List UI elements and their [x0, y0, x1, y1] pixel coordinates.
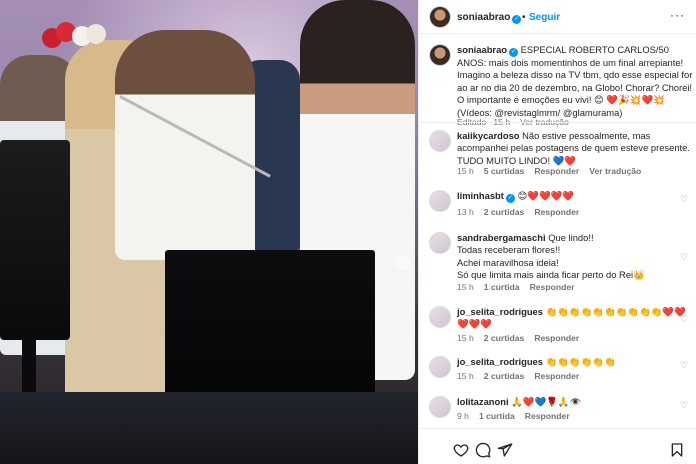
- comments-scroll[interactable]: soniaabrao ✓ ESPECIAL ROBERTO CARLOS/50 A…: [419, 34, 696, 428]
- comment-body: 👏👏👏👏👏👏: [545, 356, 616, 367]
- comment-text: sandrabergamaschi Que lindo!! Todas rece…: [457, 232, 693, 282]
- avatar[interactable]: [429, 190, 451, 212]
- comment-line: Só que limita mais ainda ficar perto do …: [457, 269, 645, 281]
- comment-line: Que lindo!!: [548, 232, 594, 243]
- comment-text: jo_selita_rodrigues 👏👏👏👏👏👏: [457, 356, 693, 368]
- comment-username[interactable]: lolitazanoni: [457, 396, 509, 407]
- heart-icon[interactable]: [453, 442, 469, 458]
- more-options-icon[interactable]: ···: [670, 8, 685, 22]
- comment-line: Achei maravilhosa ideia!: [457, 256, 559, 268]
- likes-count[interactable]: 2 curtidas: [484, 207, 525, 217]
- verified-icon: ✓: [505, 194, 515, 203]
- likes-count[interactable]: 1 curtida: [479, 411, 515, 421]
- see-translation-link[interactable]: Ver tradução: [589, 166, 641, 176]
- person-singer: [115, 30, 255, 260]
- comment-time: 15 h: [457, 166, 474, 176]
- tv-camera: [0, 140, 70, 340]
- like-comment-icon[interactable]: ♡: [680, 400, 689, 410]
- reply-button[interactable]: Responder: [534, 207, 579, 217]
- avatar[interactable]: [429, 130, 451, 152]
- avatar[interactable]: [429, 306, 451, 328]
- separator-dot: •: [522, 12, 526, 23]
- comment-time: 9 h: [457, 411, 469, 421]
- avatar[interactable]: [429, 44, 451, 66]
- comment-meta: 15 h 2 curtidas Responder: [457, 371, 589, 381]
- likes-count[interactable]: 5 curtidas: [484, 166, 525, 176]
- comment-body: 🙏❤️💙🌹🙏👁️: [511, 396, 582, 407]
- comment-icon[interactable]: [475, 442, 491, 458]
- comment-text: jo_selita_rodrigues 👏👏👏👏👏👏👏👏👏👏❤️❤️❤️❤️❤️: [457, 306, 693, 331]
- comment-time: 15 h: [457, 333, 474, 343]
- comment: jo_selita_rodrigues 👏👏👏👏👏👏👏👏👏👏❤️❤️❤️❤️❤️…: [419, 306, 696, 348]
- bookmark-icon[interactable]: [669, 442, 685, 458]
- comment-body: 😊❤️❤️❤️❤️: [517, 190, 574, 201]
- verified-icon: ✓: [512, 15, 522, 24]
- header-username[interactable]: soniaabrao ✓: [457, 12, 522, 24]
- post-media[interactable]: ›: [0, 0, 418, 464]
- caption-body: ESPECIAL ROBERTO CARLOS/50 ANOS: mais do…: [457, 44, 693, 118]
- carousel-next-icon[interactable]: ›: [396, 256, 410, 270]
- avatar[interactable]: [429, 396, 451, 418]
- comment: sandrabergamaschi Que lindo!! Todas rece…: [419, 232, 696, 296]
- comment-username[interactable]: jo_selita_rodrigues: [457, 356, 543, 367]
- likes-count[interactable]: 2 curtidas: [484, 371, 525, 381]
- post-header: soniaabrao ✓ • Seguir ···: [419, 0, 696, 34]
- comment-time: 13 h: [457, 207, 474, 217]
- comment-meta: 13 h 2 curtidas Responder: [457, 207, 589, 217]
- comment-username[interactable]: kaiikycardoso: [457, 130, 520, 141]
- like-comment-icon[interactable]: ♡: [680, 360, 689, 370]
- flower-bouquet: [42, 22, 108, 52]
- comment-meta: 9 h 1 curtida Responder: [457, 411, 580, 421]
- reply-button[interactable]: Responder: [534, 166, 579, 176]
- comment-text: kaiikycardoso Não estive pessoalmente, m…: [457, 130, 693, 167]
- comment-line: Todas receberam flores!!: [457, 244, 561, 256]
- stage-speaker: [165, 250, 375, 400]
- caption-text: soniaabrao ✓ ESPECIAL ROBERTO CARLOS/50 A…: [457, 44, 693, 119]
- follow-button[interactable]: Seguir: [529, 12, 560, 23]
- reply-button[interactable]: Responder: [530, 282, 575, 292]
- avatar[interactable]: [429, 6, 451, 28]
- comment: liminhasbt ✓ 😊❤️❤️❤️❤️ 13 h 2 curtidas Resp…: [419, 190, 696, 220]
- comment: jo_selita_rodrigues 👏👏👏👏👏👏 15 h 2 curtida…: [419, 356, 696, 386]
- comment-time: 15 h: [457, 282, 474, 292]
- like-comment-icon[interactable]: ♡: [680, 252, 689, 262]
- caption-username[interactable]: soniaabrao: [457, 44, 507, 55]
- comment: lolitazanoni 🙏❤️💙🌹🙏👁️ 9 h 1 curtida Respon…: [419, 396, 696, 426]
- share-icon[interactable]: [497, 442, 513, 458]
- comment-meta: 15 h 2 curtidas Responder: [457, 333, 589, 343]
- comment-text: lolitazanoni 🙏❤️💙🌹🙏👁️: [457, 396, 693, 408]
- comment-time: 15 h: [457, 371, 474, 381]
- action-bar: [419, 428, 696, 464]
- reply-button[interactable]: Responder: [534, 371, 579, 381]
- reply-button[interactable]: Responder: [534, 333, 579, 343]
- comment-meta: 15 h 1 curtida Responder: [457, 282, 584, 292]
- divider: [419, 122, 696, 123]
- avatar[interactable]: [429, 232, 451, 254]
- like-comment-icon[interactable]: ♡: [680, 194, 689, 204]
- likes-count[interactable]: 2 curtidas: [484, 333, 525, 343]
- reply-button[interactable]: Responder: [525, 411, 570, 421]
- comment-meta: 15 h 5 curtidas Responder Ver tradução: [457, 166, 651, 176]
- comment-username[interactable]: sandrabergamaschi: [457, 232, 546, 243]
- like-comment-icon[interactable]: ♡: [680, 142, 689, 152]
- comment-username[interactable]: liminhasbt: [457, 190, 504, 201]
- caption: soniaabrao ✓ ESPECIAL ROBERTO CARLOS/50 A…: [419, 44, 696, 134]
- stage-floor: [0, 392, 418, 464]
- post-side-panel: soniaabrao ✓ • Seguir ··· soniaabrao ✓ ESP…: [418, 0, 696, 464]
- comment-text: liminhasbt ✓ 😊❤️❤️❤️❤️: [457, 190, 693, 203]
- like-comment-icon[interactable]: ♡: [680, 314, 689, 324]
- avatar[interactable]: [429, 356, 451, 378]
- likes-count[interactable]: 1 curtida: [484, 282, 520, 292]
- comment: kaiikycardoso Não estive pessoalmente, m…: [419, 130, 696, 178]
- verified-icon: ✓: [509, 48, 519, 57]
- comment-username[interactable]: jo_selita_rodrigues: [457, 306, 543, 317]
